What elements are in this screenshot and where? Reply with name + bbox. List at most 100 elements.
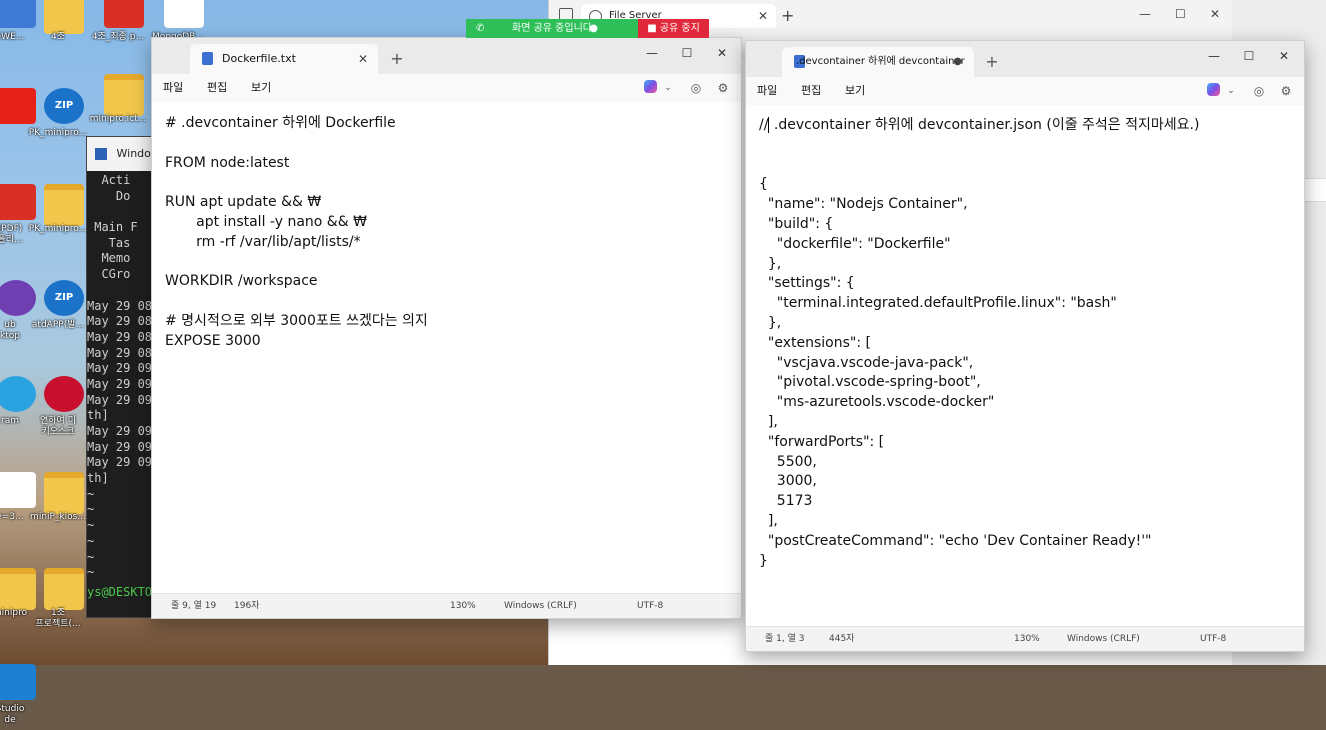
cursor-position[interactable]: 줄 1, 열 3 (765, 627, 804, 651)
desktop-icon-label: miniP_kios... (30, 512, 86, 522)
menu-file[interactable]: 파일 (757, 77, 777, 105)
vscode-icon (0, 664, 36, 700)
editor-line: "vscjava.vscode-java-pack", (759, 354, 974, 371)
editor-line: }, (759, 255, 782, 272)
zoom-level[interactable]: 130% (450, 594, 476, 618)
maximize-icon[interactable]: ☐ (1175, 4, 1186, 24)
stop-share-label: 공유 중지 (659, 23, 700, 34)
editor-line: "settings": { (759, 275, 855, 292)
editor-line: apt install -y nano && ₩ (165, 214, 367, 230)
desktop-icon[interactable]: 연하여 미 키오스크 (26, 372, 90, 442)
desktop-icon-label: Studio de (0, 704, 25, 725)
desktop-icon[interactable]: 4조_최종 p... (86, 0, 150, 58)
desktop-icon[interactable]: miniP_kios... (26, 468, 90, 538)
share-status: ✆ 화면 공유 중입니다 ● (466, 19, 638, 38)
minimize-icon[interactable]: — (635, 38, 669, 68)
editor-line: }, (759, 315, 782, 331)
share-status-label: 화면 공유 중입니다 (512, 23, 592, 34)
menu-edit[interactable]: 편집 (207, 74, 227, 102)
copilot-icon[interactable] (1205, 83, 1221, 99)
desktop-icon-label: 연하여 미 키오스크 (40, 416, 76, 437)
desktop-icon[interactable]: Studio de (0, 660, 42, 730)
encoding[interactable]: UTF-8 (637, 594, 663, 618)
folder-icon (104, 74, 144, 116)
editor-line: 5500, (759, 453, 817, 470)
copilot-icon[interactable] (642, 80, 658, 96)
account-icon[interactable]: ◎ (688, 80, 704, 96)
editor-line: "ms-azuretools.vscode-docker" (759, 394, 995, 411)
desktop-icon[interactable]: ZIP atdAPP(발... (26, 276, 90, 346)
desktop-icon-label: 4조 (50, 32, 65, 42)
editor-line: 5173 (759, 493, 813, 510)
editor-line: rm -rf /var/lib/apt/lists/* (165, 233, 361, 250)
editor-line: } (759, 552, 768, 569)
editor-line: ], (759, 513, 778, 529)
line-ending[interactable]: Windows (CRLF) (504, 594, 577, 618)
encoding[interactable]: UTF-8 (1200, 627, 1226, 651)
char-count: 196자 (234, 601, 260, 611)
status-bar: 줄 1, 열 3 445자 130% Windows (CRLF) UTF-8 (746, 626, 1304, 651)
mongodb-icon (164, 0, 204, 28)
menu-view[interactable]: 보기 (845, 77, 865, 105)
unsaved-dot-icon[interactable]: ● (953, 47, 962, 77)
notepad-window-dockerfile[interactable]: Dockerfile.txt ✕ + — ☐ ✕ 파일 편집 보기 ⌄ ◎ ⚙ … (151, 37, 742, 619)
gear-icon[interactable]: ⚙ (715, 80, 731, 96)
notepad-titlebar[interactable]: .devcontainer 하위에 devcontainer ● + — ☐ ✕ (746, 41, 1304, 77)
editor-line: RUN apt update && ₩ (165, 194, 322, 211)
menu-file[interactable]: 파일 (163, 74, 183, 102)
editor-line: "build": { (759, 216, 834, 232)
editor-line: WORKDIR /workspace (165, 273, 318, 290)
gear-icon[interactable]: ⚙ (1278, 83, 1294, 99)
desktop-icon[interactable]: 1조 프로젝트(... (26, 564, 90, 634)
text-editor[interactable]: # .devcontainer 하위에 Dockerfile FROM node:… (152, 102, 741, 594)
notepad-titlebar[interactable]: Dockerfile.txt ✕ + — ☐ ✕ (152, 38, 741, 74)
close-icon[interactable]: ✕ (1267, 41, 1301, 71)
editor-line: EXPOSE 3000 (165, 332, 261, 349)
desktop-icon[interactable]: minipro.ict... (86, 70, 150, 140)
status-bar: 줄 9, 열 19 196자 130% Windows (CRLF) UTF-8 (152, 593, 741, 618)
editor-line: "name": "Nodejs Container", (759, 196, 968, 213)
menu-edit[interactable]: 편집 (801, 77, 821, 105)
stop-share-button[interactable]: ■ 공유 중지 (638, 19, 709, 38)
minimize-icon[interactable]: — (1197, 41, 1231, 71)
editor-line: # .devcontainer 하위에 Dockerfile (165, 115, 396, 131)
close-icon[interactable]: ✕ (1210, 4, 1220, 24)
maximize-icon[interactable]: ☐ (670, 38, 704, 68)
desktop-icon[interactable]: PK_minipro... (26, 180, 90, 250)
new-tab-button[interactable]: + (383, 44, 411, 74)
line-ending[interactable]: Windows (CRLF) (1067, 627, 1140, 651)
cursor-position[interactable]: 줄 9, 열 19 (171, 594, 216, 618)
notepad-tab[interactable]: Dockerfile.txt ✕ (190, 44, 378, 74)
tab-close-icon[interactable]: ✕ (358, 44, 368, 74)
desktop-icon[interactable]: 4조 (26, 0, 90, 58)
maximize-icon[interactable]: ☐ (1232, 41, 1266, 71)
desktop-icon[interactable]: ZIP PK_minipro... (26, 84, 90, 154)
desktop-icon-label: minipro.ict... (89, 114, 147, 124)
tab-title: .devcontainer 하위에 devcontainer (796, 56, 965, 67)
chevron-down-icon[interactable]: ⌄ (1223, 83, 1239, 99)
menu-view[interactable]: 보기 (251, 74, 271, 102)
desktop-icon-label: PK_minipro... (28, 128, 88, 138)
minimize-icon[interactable]: — (1139, 4, 1151, 24)
media-icon (44, 376, 84, 412)
menubar: 파일 편집 보기 ⌄ ◎ ⚙ (746, 77, 1304, 106)
new-tab-button[interactable]: + (978, 47, 1006, 77)
char-count: 445자 (829, 634, 855, 644)
account-icon[interactable]: ◎ (1251, 83, 1267, 99)
desktop-icon-label: 4조_최종 p... (91, 32, 145, 42)
desktop-icon-label: PK_minipro... (28, 224, 88, 234)
close-icon[interactable]: ✕ (705, 38, 739, 68)
zoom-level[interactable]: 130% (1014, 627, 1040, 651)
new-tab-button[interactable]: + (781, 4, 794, 28)
chevron-down-icon[interactable]: ⌄ (660, 80, 676, 96)
close-icon[interactable]: ✕ (758, 4, 768, 28)
text-editor[interactable]: // .devcontainer 하위에 devcontainer.json (… (746, 105, 1304, 627)
editor-line: "extensions": [ (759, 334, 871, 351)
notepad-window-devcontainer[interactable]: .devcontainer 하위에 devcontainer ● + — ☐ ✕… (745, 40, 1305, 652)
editor-line: 3000, (759, 473, 817, 490)
desktop-icon-label: atdAPP(발... (31, 320, 85, 330)
zip-icon: ZIP (44, 88, 84, 124)
editor-line: "dockerfile": "Dockerfile" (759, 235, 951, 252)
editor-line: "forwardPorts": [ (759, 433, 885, 450)
notepad-tab[interactable]: .devcontainer 하위에 devcontainer ● (782, 47, 974, 77)
